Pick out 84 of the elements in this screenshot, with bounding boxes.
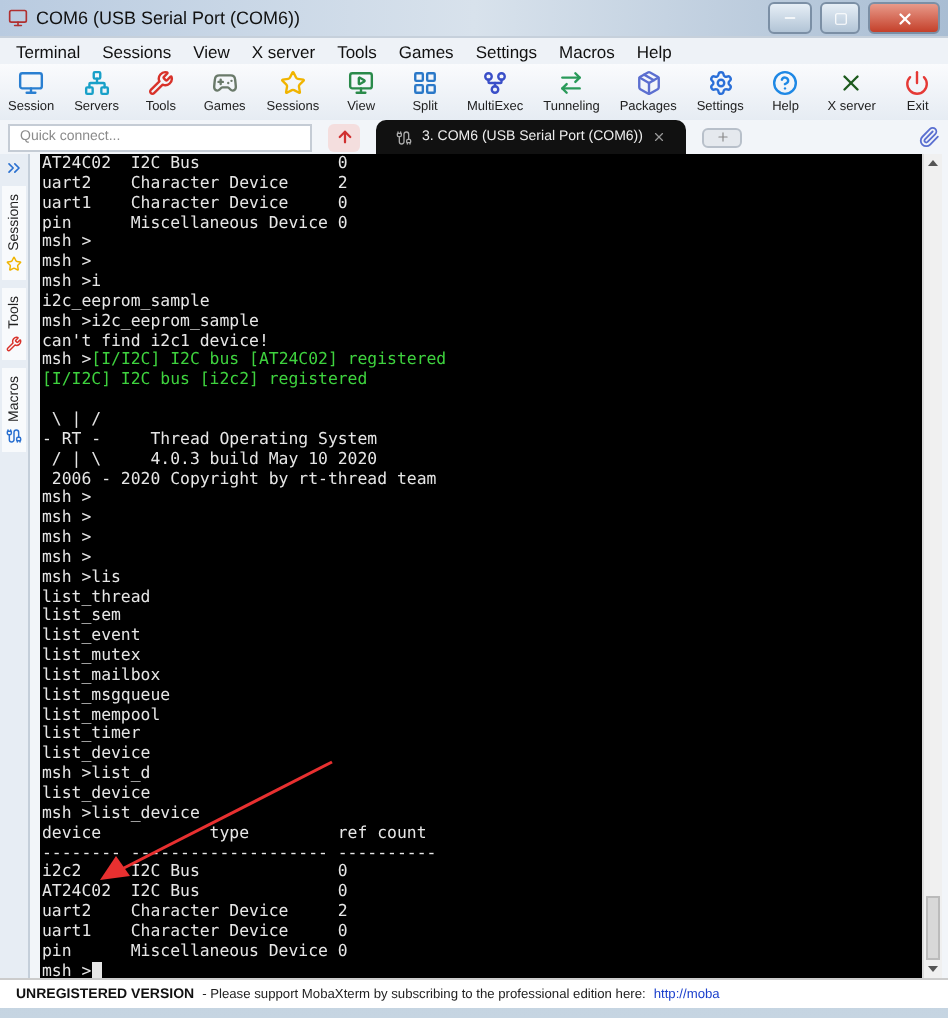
terminal-text: msh > [42, 232, 92, 253]
terminal-text: list_msgqueue [42, 685, 171, 706]
x-icon [838, 70, 865, 96]
terminal-text: msh > [42, 350, 92, 371]
menu-item[interactable]: Sessions [102, 41, 172, 61]
terminal[interactable] [40, 154, 922, 978]
terminal-text: can't find i2c1 device! [42, 331, 269, 351]
app-icon [8, 8, 28, 28]
paperclip-icon[interactable] [918, 126, 940, 148]
terminal-text: pin Miscellaneous Device 0 [42, 213, 348, 233]
terminal-text: msh >list_device [42, 803, 200, 824]
menu-item[interactable]: X server [251, 41, 316, 61]
terminal-text: AT24C02 I2C Bus 0 [42, 154, 348, 174]
monitor-icon [348, 70, 375, 96]
wrench-icon [147, 70, 174, 96]
terminal-text: [I/I2C] I2C bus [AT24C02] registered [91, 350, 447, 371]
terminal-text: uart2 Character Device 2 [42, 902, 348, 922]
terminal-text: \ | / [49, 409, 102, 430]
terminal-text: / | \ 4.0.3 build May 10 2020 [49, 449, 378, 469]
terminal-text: list_sem [42, 606, 121, 627]
menu-item[interactable]: View [193, 41, 230, 61]
close-icon[interactable] [652, 130, 667, 144]
help-icon [772, 70, 799, 96]
terminal-text: device type ref count [42, 823, 427, 844]
monitor-icon [18, 70, 45, 96]
terminal-text: list_device [42, 744, 151, 765]
terminal-text: uart1 Character Device 0 [42, 921, 348, 942]
terminal-text: list_thread [42, 587, 151, 607]
terminal-text: msh >i [42, 272, 102, 292]
terminal-text: i2c2 I2C Bus 0 [42, 862, 348, 883]
maximize-icon [833, 11, 847, 25]
terminal-text: list_timer [42, 724, 141, 745]
terminal-text: list_event [42, 626, 141, 647]
terminal-text: uart1 Character Device 0 [42, 193, 348, 214]
terminal-text: [I/I2C] I2C bus [i2c2] registered [42, 370, 368, 391]
power-icon [904, 70, 931, 96]
menu-item[interactable]: Help [636, 41, 672, 61]
terminal-text: msh > [42, 528, 92, 548]
network-icon [83, 70, 110, 96]
terminal-text: AT24C02 I2C Bus 0 [42, 882, 348, 903]
close-icon [895, 9, 913, 27]
menu-item[interactable]: Tools [337, 41, 377, 61]
plug-icon [396, 129, 412, 145]
terminal-text: msh > [42, 547, 92, 568]
terminal-text: msh >lis [42, 567, 121, 588]
terminal-text: list_device [42, 784, 151, 804]
menu-item[interactable]: Macros [559, 41, 615, 61]
grid-icon [412, 70, 439, 96]
package-icon [635, 70, 662, 96]
home-tab[interactable] [328, 123, 360, 151]
star-icon [279, 70, 306, 96]
terminal-text: msh > [42, 961, 92, 978]
plug-icon [6, 427, 22, 444]
terminal-text: list_mempool [42, 705, 161, 725]
star-icon [6, 256, 22, 273]
arrow-up-icon [335, 128, 353, 146]
scrollbar-thumb[interactable] [926, 896, 940, 960]
terminal-text: uart2 Character Device 2 [42, 173, 348, 194]
terminal-text: - RT - Thread Operating System [42, 429, 378, 450]
terminal-text: list_mutex [42, 646, 141, 666]
wrench-icon [6, 335, 22, 352]
menu-item[interactable]: Games [398, 41, 454, 61]
window-title: COM6 (USB Serial Port (COM6)) [36, 8, 303, 28]
gamepad-icon [211, 70, 238, 96]
terminal-text: msh > [42, 252, 92, 273]
terminal-text: pin Miscellaneous Device 0 [42, 941, 348, 962]
close-button[interactable] [868, 2, 940, 34]
terminal-text: list_mailbox [42, 665, 161, 686]
terminal-text: i2c_eeprom_sample [42, 291, 210, 312]
terminal-text: msh > [42, 508, 92, 529]
expand-icon[interactable] [4, 158, 24, 178]
terminal-text: 2006 - 2020 Copyright by rt-thread team [49, 469, 437, 489]
fork-icon [482, 70, 509, 96]
minimize-button[interactable] [768, 2, 812, 34]
settings-icon [707, 70, 734, 96]
menu-item[interactable]: Terminal [16, 41, 81, 61]
menu-item[interactable]: Settings [475, 41, 538, 61]
maximize-button[interactable] [820, 2, 860, 34]
terminal-text: msh >list_d [42, 764, 151, 784]
plus-icon [715, 130, 730, 144]
terminal-text: msh > [42, 488, 92, 509]
terminal-text: msh >i2c_eeprom_sample [42, 311, 259, 332]
terminal-text: -------- -------------------- ---------- [42, 843, 437, 863]
arrows-icon [558, 70, 585, 96]
